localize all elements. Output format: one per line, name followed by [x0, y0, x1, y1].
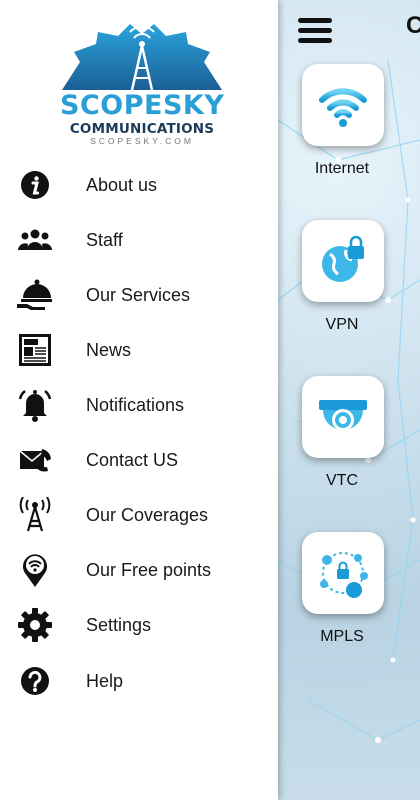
- wifi-icon: [319, 88, 367, 127]
- menu-item-notifications[interactable]: Notifications: [0, 380, 278, 430]
- envelope-phone-icon: [16, 441, 54, 479]
- menu-item-label: Our Services: [86, 284, 191, 305]
- logo-domain-text: SCOPESKY.COM: [90, 136, 194, 146]
- service-tile[interactable]: [302, 532, 384, 614]
- people-icon: [16, 221, 54, 259]
- service-label: VPN: [325, 316, 359, 333]
- service-label: MPLS: [320, 628, 364, 645]
- menu-item-our-free-points[interactable]: Our Free points: [0, 545, 278, 595]
- menu-item-staff[interactable]: Staff: [0, 215, 278, 265]
- service-tile[interactable]: [302, 64, 384, 146]
- network-lock-icon: [320, 552, 368, 598]
- help-icon: [16, 662, 54, 700]
- menu-item-settings[interactable]: Settings: [0, 600, 278, 650]
- menu-item-label: Notifications: [86, 394, 185, 415]
- menu-item-our-coverages[interactable]: Our Coverages: [0, 490, 278, 540]
- wifi-pin-icon: [16, 551, 54, 589]
- main-content-background: C Internet VPN VTC MPLS: [278, 0, 420, 800]
- logo-fan-graphic: [62, 24, 222, 91]
- menu-item-label: About us: [86, 174, 158, 195]
- antenna-icon: [16, 496, 54, 534]
- service-tile[interactable]: [302, 376, 384, 458]
- service-mpls[interactable]: MPLS: [302, 532, 386, 646]
- navigation-drawer: SCOPESKY COMMUNICATIONS SCOPESKY.COM Abo…: [0, 0, 278, 800]
- service-vpn[interactable]: VPN: [302, 220, 386, 334]
- menu-item-label: News: [86, 339, 132, 360]
- menu-item-about-us[interactable]: About us: [0, 160, 278, 210]
- menu-toggle-button[interactable]: [298, 18, 332, 44]
- menu-item-label: Our Coverages: [86, 504, 209, 525]
- menu-item-news[interactable]: News: [0, 325, 278, 375]
- menu-item-label: Settings: [86, 614, 152, 635]
- bell-icon: [16, 386, 54, 424]
- menu-item-label: Staff: [86, 229, 123, 250]
- service-vtc[interactable]: VTC: [302, 376, 386, 490]
- logo-subtitle-text: COMMUNICATIONS: [69, 121, 215, 137]
- menu-item-label: Help: [86, 670, 124, 691]
- service-label: Internet: [314, 160, 370, 177]
- service-tile[interactable]: [302, 220, 384, 302]
- menu-item-label: Our Free points: [86, 559, 212, 580]
- camera-icon: [319, 400, 367, 431]
- company-logo: SCOPESKY COMMUNICATIONS SCOPESKY.COM: [60, 22, 224, 150]
- menu-item-help[interactable]: Help: [0, 656, 278, 706]
- newspaper-icon: [16, 331, 54, 369]
- service-label: VTC: [326, 472, 358, 489]
- page-title: C: [406, 12, 420, 39]
- menu-item-label: Contact US: [86, 449, 179, 470]
- info-icon: [16, 166, 54, 204]
- menu-item-our-services[interactable]: Our Services: [0, 270, 278, 320]
- service-internet[interactable]: Internet: [302, 64, 386, 178]
- service-bell-icon: [16, 276, 54, 314]
- menu-item-contact-us[interactable]: Contact US: [0, 435, 278, 485]
- logo-brand-text: SCOPESKY: [60, 90, 225, 121]
- globe-lock-icon: [322, 235, 364, 282]
- gear-icon: [16, 606, 54, 644]
